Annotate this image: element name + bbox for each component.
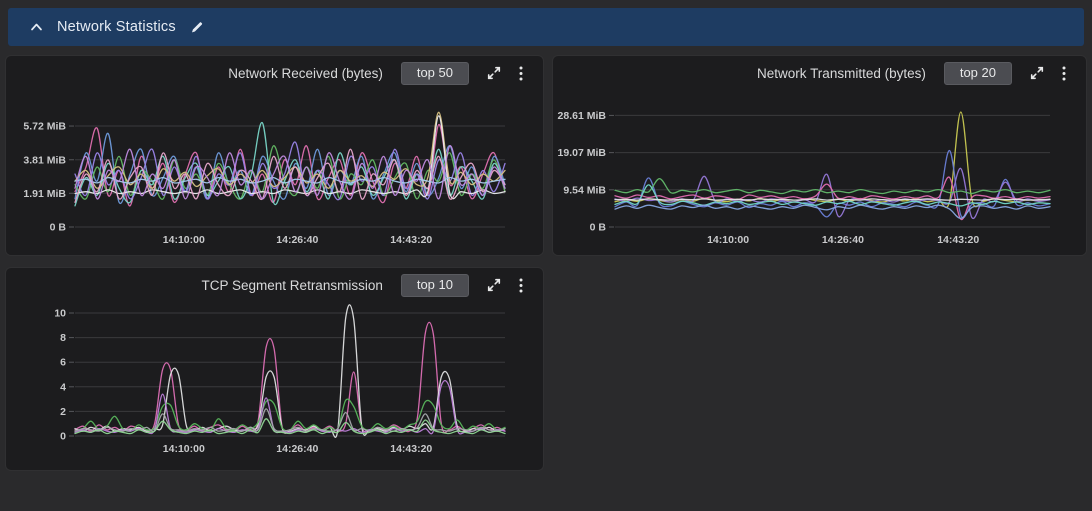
top-n-select[interactable]: top 50 [400,61,469,85]
top-n-select[interactable]: top 20 [943,61,1012,85]
network-transmitted-chart-canvas[interactable]: 0 B 9.54 MiB 19.07 MiB 28.61 MiB 14:10:00 14:… [553,90,1086,255]
panel-header: TCP Segment Retransmission top 10 [6,268,543,302]
y-tick-label: 0 B [50,222,67,234]
network-received-chart-canvas[interactable]: 0 B 1.91 MiB 3.81 MiB 5.72 MiB 14:10:00 14:26… [6,90,543,255]
x-tick-label: 14:26:40 [822,234,864,246]
panel-title: Network Transmitted (bytes) [757,65,926,81]
y-tick-label: 28.61 MiB [558,110,607,122]
expand-icon[interactable] [487,278,501,292]
panel-tcp-retransmission: TCP Segment Retransmission top 10 0 2 4 6 8 1… [6,268,543,470]
section-title: Network Statistics [57,19,176,35]
x-tick-label: 14:10:00 [163,234,205,246]
panel-network-received: Network Received (bytes) top 50 0 B 1.91 … [6,56,543,255]
y-tick-label: 6 [60,357,66,369]
y-tick-label: 9.54 MiB [563,184,606,196]
x-tick-label: 14:10:00 [163,443,205,455]
edit-pencil-icon[interactable] [190,20,204,34]
chart-area: 0 2 4 6 8 10 14:10:00 14:26:40 14:43:20 [6,302,543,470]
chart-area: 0 B 9.54 MiB 19.07 MiB 28.61 MiB 14:10:00 14:… [553,90,1086,255]
x-tick-label: 14:43:20 [390,443,432,455]
y-tick-label: 8 [60,332,66,344]
y-tick-label: 5.72 MiB [23,121,66,133]
y-tick-label: 10 [54,308,66,320]
x-tick-label: 14:26:40 [276,234,318,246]
expand-icon[interactable] [487,66,501,80]
y-tick-label: 0 [60,431,66,443]
panel-header: Network Transmitted (bytes) top 20 [553,56,1086,90]
panel-network-transmitted: Network Transmitted (bytes) top 20 0 B 9.… [553,56,1086,255]
panel-title: TCP Segment Retransmission [201,277,383,293]
section-header-network-statistics[interactable]: Network Statistics [8,8,1084,46]
tcp-retransmission-chart-canvas[interactable]: 0 2 4 6 8 10 14:10:00 14:26:40 14:43:20 [6,302,543,470]
top-n-select[interactable]: top 10 [400,273,469,297]
chart-area: 0 B 1.91 MiB 3.81 MiB 5.72 MiB 14:10:00 14:26… [6,90,543,255]
y-tick-label: 0 B [590,222,607,234]
panel-title: Network Received (bytes) [228,65,383,81]
y-tick-label: 2 [60,406,66,418]
x-tick-label: 14:43:20 [390,234,432,246]
x-tick-label: 14:26:40 [276,443,318,455]
y-tick-label: 19.07 MiB [558,147,607,159]
chevron-up-icon[interactable] [30,22,43,32]
expand-icon[interactable] [1030,66,1044,80]
series-line [74,380,506,435]
x-tick-label: 14:10:00 [707,234,749,246]
y-tick-label: 4 [60,381,66,393]
y-tick-label: 3.81 MiB [23,154,66,166]
panel-header: Network Received (bytes) top 50 [6,56,543,90]
y-tick-label: 1.91 MiB [23,188,66,200]
kebab-menu-icon[interactable] [519,66,523,81]
kebab-menu-icon[interactable] [1062,66,1066,81]
x-tick-label: 14:43:20 [937,234,979,246]
series-line [614,176,1051,221]
kebab-menu-icon[interactable] [519,278,523,293]
